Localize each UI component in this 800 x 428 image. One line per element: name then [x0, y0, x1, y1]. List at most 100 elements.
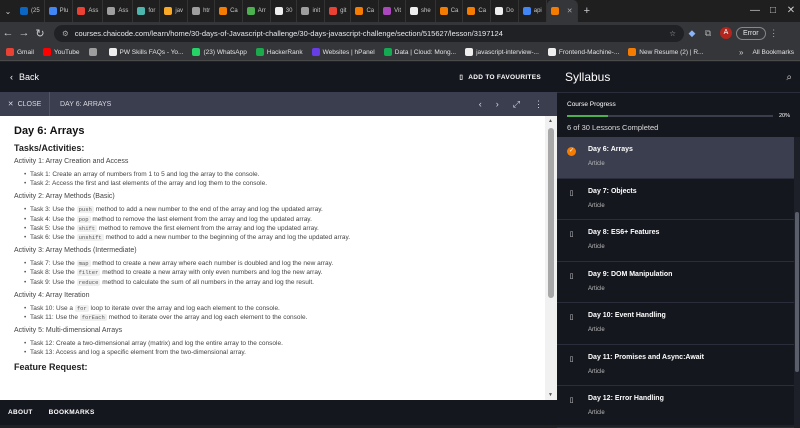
- scroll-down-icon[interactable]: ▼: [548, 392, 553, 398]
- browser-tab[interactable]: (25: [16, 0, 45, 22]
- browser-tab[interactable]: api: [519, 0, 547, 22]
- browser-tab[interactable]: 30: [271, 0, 298, 22]
- content-title: Day 6: Arrays: [14, 125, 85, 137]
- lesson-list: ✓ Day 6: Arrays Article ▯ Day 7: Objects Arti…: [557, 137, 794, 428]
- more-options-icon[interactable]: ⋮: [534, 99, 543, 110]
- lesson-item[interactable]: ▯ Day 9: DOM Manipulation Article: [557, 262, 794, 303]
- tab-favicon-icon: [20, 7, 28, 15]
- lesson-item[interactable]: ▯ Day 11: Promises and Async:Await Article: [557, 345, 794, 386]
- about-tab[interactable]: ABOUT: [8, 409, 33, 416]
- lesson-item[interactable]: ▯ Day 12: Error Handling Article: [557, 386, 794, 428]
- forward-arrow-icon[interactable]: →: [16, 27, 32, 39]
- bookmark-item[interactable]: PW Skills FAQs - Yo...: [108, 48, 183, 56]
- task-item: Task 5: Use the shift method to remove t…: [24, 224, 531, 233]
- lesson-controls: ‹ › ⤢ ⋮: [479, 99, 543, 110]
- new-tab-button[interactable]: +: [578, 5, 596, 17]
- previous-lesson-icon[interactable]: ‹: [479, 99, 482, 110]
- book-icon: ▯: [569, 231, 574, 238]
- more-bookmarks-button[interactable]: »: [739, 48, 743, 57]
- task-item: Task 13: Access and log a specific eleme…: [24, 348, 531, 357]
- browser-tab[interactable]: she: [406, 0, 436, 22]
- bookmarks-tab[interactable]: BOOKMARKS: [49, 409, 95, 416]
- bookmark-star-icon[interactable]: ☆: [669, 29, 676, 38]
- extensions-puzzle-icon[interactable]: ⧉: [700, 28, 716, 39]
- bookmark-item[interactable]: HackerRank: [255, 48, 303, 56]
- all-bookmarks-button[interactable]: All Bookmarks: [752, 49, 800, 56]
- close-window-button[interactable]: ✕: [782, 0, 800, 22]
- task-item: Task 6: Use the unshift method to add a …: [24, 233, 531, 242]
- scroll-up-icon[interactable]: ▲: [548, 118, 553, 124]
- browser-tab[interactable]: for: [133, 0, 161, 22]
- lesson-item[interactable]: ✓ Day 6: Arrays Article: [557, 137, 794, 179]
- tab-title: Plu: [59, 8, 69, 14]
- browser-tab[interactable]: git: [325, 0, 352, 22]
- tab-close-icon[interactable]: ✕: [567, 7, 573, 15]
- task-code: reduce: [76, 278, 101, 286]
- tab-search-icon[interactable]: ⌄: [0, 7, 16, 16]
- content-scrollbar[interactable]: ▲ ▼: [545, 116, 557, 400]
- tab-favicon-icon: [495, 7, 504, 15]
- lesson-item[interactable]: ▯ Day 10: Event Handling Article: [557, 303, 794, 345]
- bookmark-item[interactable]: YouTube: [42, 48, 80, 56]
- bookmark-item[interactable]: [88, 48, 100, 56]
- tab-favicon-icon: [522, 7, 531, 15]
- close-button[interactable]: ✕ CLOSE: [0, 92, 50, 116]
- maximize-button[interactable]: □: [764, 0, 782, 22]
- browser-tab[interactable]: Plu: [45, 0, 74, 22]
- browser-tab[interactable]: Ca: [215, 0, 243, 22]
- back-button[interactable]: ‹ Back: [10, 72, 39, 82]
- browser-tab[interactable]: init: [297, 0, 326, 22]
- book-icon: ▯: [569, 272, 574, 280]
- bookmark-label: javascript-interview-...: [476, 48, 539, 56]
- browser-tab[interactable]: Ca: [351, 0, 380, 22]
- search-icon[interactable]: ⌕: [786, 72, 792, 83]
- browser-tab[interactable]: Ca: [463, 0, 492, 22]
- bookmark-favicon-icon: [311, 48, 320, 56]
- browser-tab[interactable]: Ass: [103, 0, 134, 22]
- bookmark-item[interactable]: Gmail: [6, 48, 34, 56]
- lesson-name: Day 9: DOM Manipulation: [588, 270, 673, 278]
- extension-icon[interactable]: ◆: [684, 28, 700, 39]
- browser-tab[interactable]: Do: [491, 0, 519, 22]
- back-arrow-icon[interactable]: ←: [0, 27, 16, 39]
- browser-tab[interactable]: Arr: [243, 0, 271, 22]
- browser-tab[interactable]: ✕: [546, 0, 578, 22]
- browser-tab[interactable]: Vit: [379, 0, 407, 22]
- fullscreen-icon[interactable]: ⤢: [513, 99, 520, 110]
- lesson-item[interactable]: ▯ Day 8: ES6+ Features Article: [557, 220, 794, 262]
- tab-favicon-icon: [550, 7, 559, 15]
- scrollbar-thumb[interactable]: [548, 128, 554, 298]
- browser-tab[interactable]: htr: [188, 0, 216, 22]
- bookmark-item[interactable]: javascript-interview-...: [465, 48, 539, 56]
- bookmark-item[interactable]: Websites | hPanel: [311, 48, 375, 56]
- reload-icon[interactable]: ↻: [32, 27, 48, 40]
- bookmark-item[interactable]: New Resume (2) | R...: [628, 48, 703, 56]
- minimize-button[interactable]: —: [746, 0, 764, 22]
- bookmark-item[interactable]: (23) WhatsApp: [192, 48, 247, 56]
- sidebar-scrollbar-thumb[interactable]: [795, 212, 799, 372]
- tab-favicon-icon: [164, 7, 173, 15]
- sidebar-scrollbar[interactable]: [794, 137, 800, 425]
- browser-tab[interactable]: jav: [160, 0, 189, 22]
- address-bar[interactable]: ⚙ courses.chaicode.com/learn/home/30-day…: [54, 24, 684, 42]
- close-label: CLOSE: [17, 100, 42, 108]
- error-button[interactable]: Error: [736, 26, 766, 40]
- task-code: forEach: [79, 314, 107, 322]
- tab-title: 30: [285, 8, 293, 14]
- browser-tab[interactable]: Ca: [436, 0, 464, 22]
- task-text: method to calculate the sum of all numbe…: [100, 278, 314, 286]
- course-page: ‹ Back ▯ ADD TO FAVOURITES ✕ CLOSE DAY 6…: [0, 62, 800, 428]
- bookmark-list: Gmail YouTube PW Skills FAQs - Yo... (23) W…: [6, 48, 703, 56]
- task-item: Task 10: Use a for loop to iterate over …: [24, 304, 531, 313]
- tab-title: htr: [203, 8, 211, 14]
- bookmark-item[interactable]: Frontend-Machine-...: [547, 48, 619, 56]
- menu-kebab-icon[interactable]: ⋮: [766, 28, 782, 39]
- next-lesson-icon[interactable]: ›: [496, 99, 499, 110]
- add-to-favourites-button[interactable]: ▯ ADD TO FAVOURITES: [459, 73, 541, 82]
- site-info-icon[interactable]: ⚙: [62, 29, 69, 38]
- lesson-item[interactable]: ▯ Day 7: Objects Article: [557, 179, 794, 220]
- bookmark-item[interactable]: Data | Cloud: Mong...: [383, 48, 456, 56]
- browser-tab[interactable]: Ass: [73, 0, 104, 22]
- profile-avatar[interactable]: A: [720, 27, 732, 39]
- task-item: Task 11: Use the forEach method to itera…: [24, 313, 531, 322]
